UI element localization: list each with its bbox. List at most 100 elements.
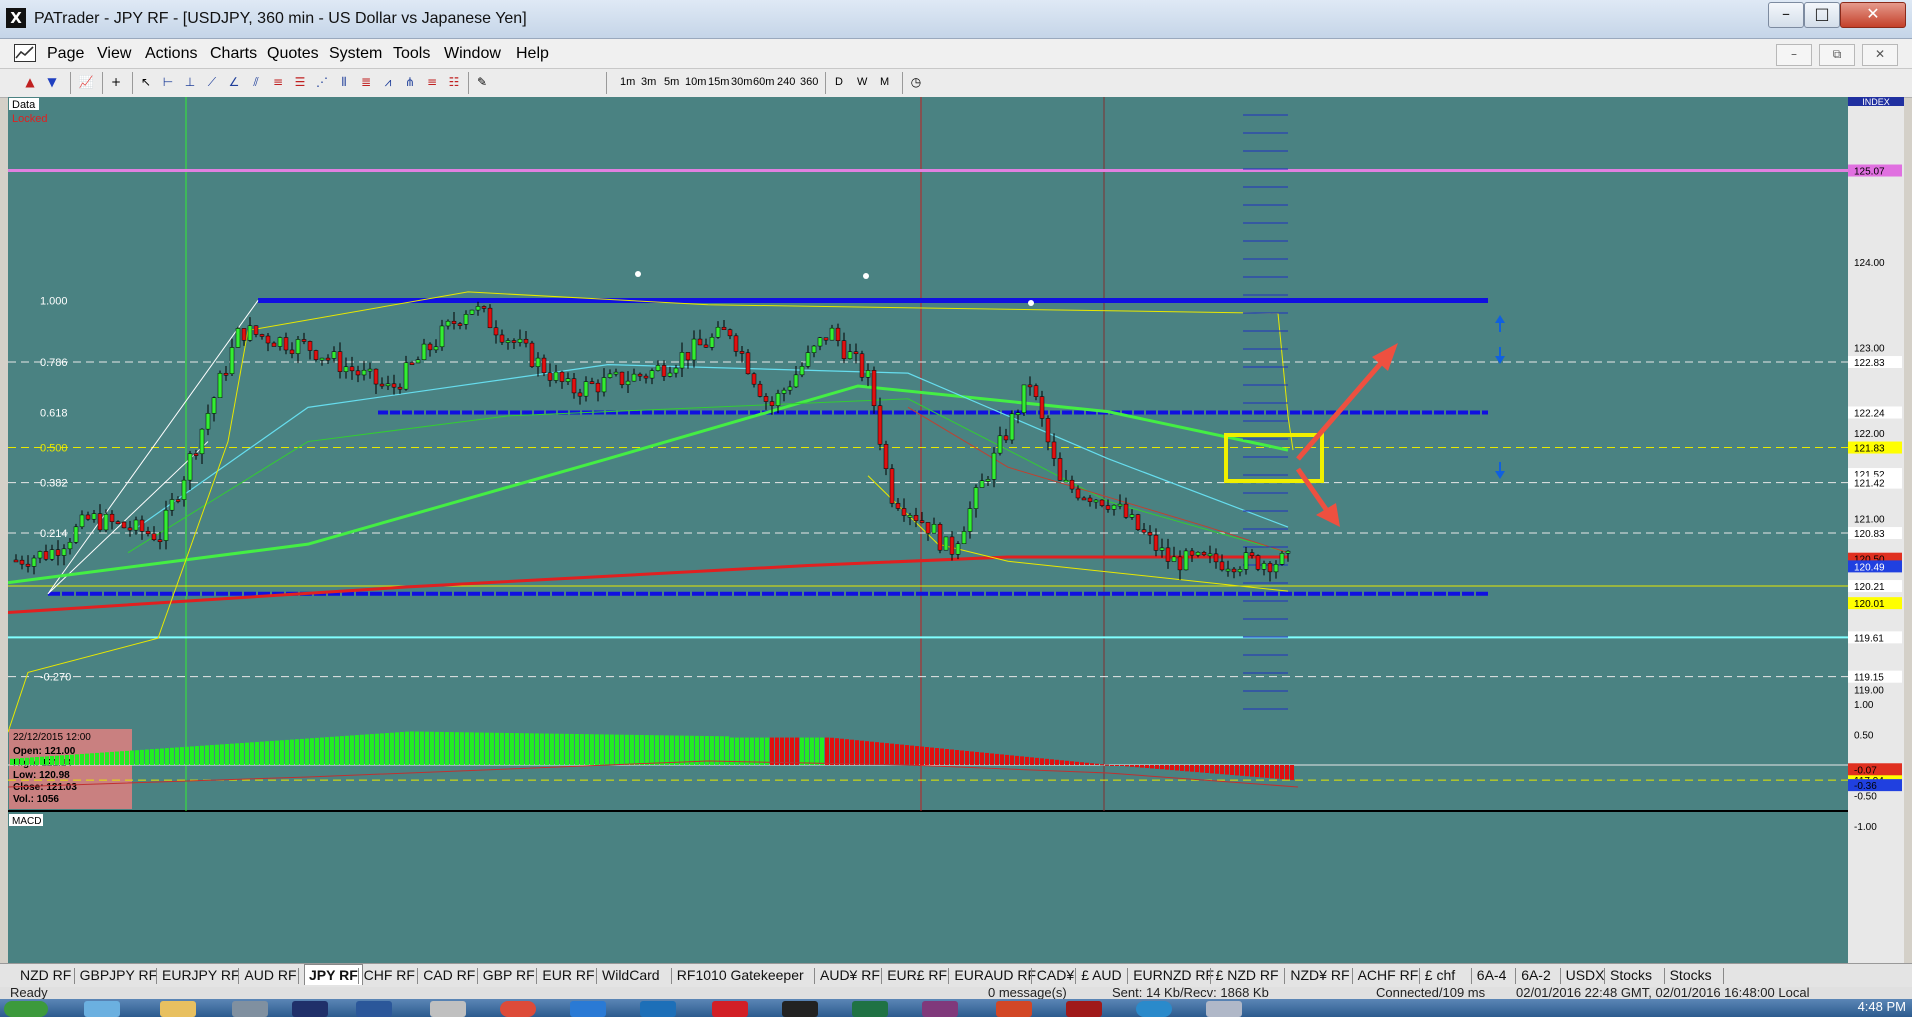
bearish-candle[interactable] — [751, 373, 757, 385]
bearish-candle[interactable] — [703, 344, 709, 348]
pencil-icon[interactable]: ✎ — [474, 74, 490, 90]
bullish-candle[interactable] — [565, 378, 571, 382]
bearish-candle[interactable] — [529, 342, 535, 367]
bearish-candle[interactable] — [1027, 384, 1033, 388]
bearish-candle[interactable] — [85, 514, 91, 520]
bullish-candle[interactable] — [331, 351, 337, 359]
bearish-candle[interactable] — [487, 307, 493, 329]
bullish-candle[interactable] — [73, 526, 79, 543]
bullish-candle[interactable] — [997, 435, 1003, 454]
bearish-candle[interactable] — [937, 524, 943, 551]
bullish-candle[interactable] — [235, 328, 241, 348]
bearish-candle[interactable] — [223, 372, 229, 376]
bearish-candle[interactable] — [841, 340, 847, 359]
horizontal-line-icon[interactable]: ⊢ — [160, 74, 176, 90]
chart-tab[interactable]: JPY RF — [304, 964, 363, 985]
bearish-candle[interactable] — [1249, 552, 1255, 556]
chart-tab[interactable]: CHF RF — [364, 967, 415, 983]
bearish-candle[interactable] — [1057, 458, 1063, 481]
bearish-candle[interactable] — [733, 335, 739, 352]
bullish-candle[interactable] — [31, 557, 37, 567]
window-taskbar-icon[interactable] — [292, 1001, 328, 1017]
bearish-candle[interactable] — [391, 383, 397, 388]
bearish-candle[interactable] — [1201, 552, 1207, 556]
bearish-candle[interactable] — [835, 327, 841, 341]
bearish-candle[interactable] — [145, 531, 151, 534]
bearish-candle[interactable] — [901, 508, 907, 516]
bearish-candle[interactable] — [859, 353, 865, 378]
chart-tab[interactable]: EURNZD RF — [1133, 967, 1214, 983]
bearish-candle[interactable] — [511, 340, 517, 343]
bearish-candle[interactable] — [325, 357, 331, 361]
bullish-candle[interactable] — [691, 338, 697, 361]
bearish-candle[interactable] — [697, 338, 703, 346]
chart-tab[interactable]: £ NZD RF — [1216, 967, 1279, 983]
bullish-candle[interactable] — [667, 372, 673, 377]
bearish-candle[interactable] — [409, 362, 415, 365]
menu-quotes[interactable]: Quotes — [267, 45, 319, 63]
menu-system[interactable]: System — [329, 45, 382, 63]
timeframe-60m-button[interactable]: 60m — [753, 76, 774, 88]
gann-icon[interactable]: ⩘ — [380, 74, 396, 90]
bullish-candle[interactable] — [673, 367, 679, 374]
bearish-candle[interactable] — [19, 559, 25, 565]
chrome-taskbar-icon[interactable] — [500, 1001, 536, 1017]
channel-icon[interactable]: ⫽ — [248, 74, 264, 90]
bearish-candle[interactable] — [595, 382, 601, 393]
chart-tab[interactable]: CAD RF — [423, 967, 475, 983]
menu-help[interactable]: Help — [516, 45, 549, 63]
timeframe-monthly-button[interactable]: M — [880, 76, 889, 88]
bullish-candle[interactable] — [367, 368, 373, 372]
multi-levels-icon[interactable]: ☷ — [446, 74, 462, 90]
bullish-candle[interactable] — [631, 373, 637, 382]
bullish-candle[interactable] — [361, 369, 367, 376]
bearish-candle[interactable] — [559, 371, 565, 382]
bearish-candle[interactable] — [1189, 550, 1195, 556]
sell-arrow-icon[interactable]: ▼ — [44, 74, 60, 90]
bullish-candle[interactable] — [79, 514, 85, 528]
onenote-taskbar-icon[interactable] — [922, 1001, 958, 1017]
bearish-candle[interactable] — [151, 533, 157, 541]
chart-tab[interactable]: GBP RF — [483, 967, 535, 983]
bearish-candle[interactable] — [823, 337, 829, 341]
bearish-candle[interactable] — [397, 386, 403, 390]
bullish-candle[interactable] — [715, 326, 721, 338]
bullish-candle[interactable] — [781, 389, 787, 394]
menu-charts[interactable]: Charts — [210, 45, 257, 63]
bearish-candle[interactable] — [265, 335, 271, 344]
outlook-taskbar-icon[interactable] — [640, 1001, 676, 1017]
bullish-candle[interactable] — [445, 320, 451, 327]
bearish-candle[interactable] — [895, 503, 901, 509]
bearish-candle[interactable] — [1219, 561, 1225, 571]
bullish-candle[interactable] — [931, 524, 937, 534]
bullish-candle[interactable] — [625, 380, 631, 385]
andrews-pitchfork-icon[interactable]: ⋔ — [402, 74, 418, 90]
timeframe-5m-button[interactable]: 5m — [664, 76, 679, 88]
bullish-candle[interactable] — [211, 397, 217, 414]
chart-tab[interactable]: EUR£ RF — [887, 967, 947, 983]
bullish-candle[interactable] — [817, 337, 823, 347]
menu-actions[interactable]: Actions — [145, 45, 197, 63]
bullish-candle[interactable] — [775, 393, 781, 406]
bullish-candle[interactable] — [979, 480, 985, 488]
fibonacci-retracement-icon[interactable]: ≡ — [270, 74, 286, 90]
fibonacci-time-icon[interactable]: ⦀ — [336, 74, 352, 90]
bearish-candle[interactable] — [1087, 497, 1093, 502]
bullish-candle[interactable] — [1117, 503, 1123, 507]
chart-tab[interactable]: AUD¥ RF — [820, 967, 880, 983]
bearish-candle[interactable] — [283, 337, 289, 351]
bearish-candle[interactable] — [457, 323, 463, 326]
bullish-candle[interactable] — [1009, 413, 1015, 441]
chart-tab[interactable]: RF1010 Gatekeeper — [677, 967, 804, 983]
bullish-candle[interactable] — [415, 359, 421, 364]
chart-tab[interactable]: Stocks — [1610, 967, 1652, 983]
menu-page[interactable]: Page — [47, 45, 84, 63]
bearish-candle[interactable] — [745, 352, 751, 375]
bullish-candle[interactable] — [973, 487, 979, 509]
bearish-candle[interactable] — [1135, 514, 1141, 530]
bullish-candle[interactable] — [829, 327, 835, 341]
chart-tab[interactable]: CAD¥ — [1037, 967, 1074, 983]
bullish-candle[interactable] — [187, 453, 193, 481]
crosshair-icon[interactable]: + — [108, 74, 124, 90]
vertical-line-icon[interactable]: ⊥ — [182, 74, 198, 90]
